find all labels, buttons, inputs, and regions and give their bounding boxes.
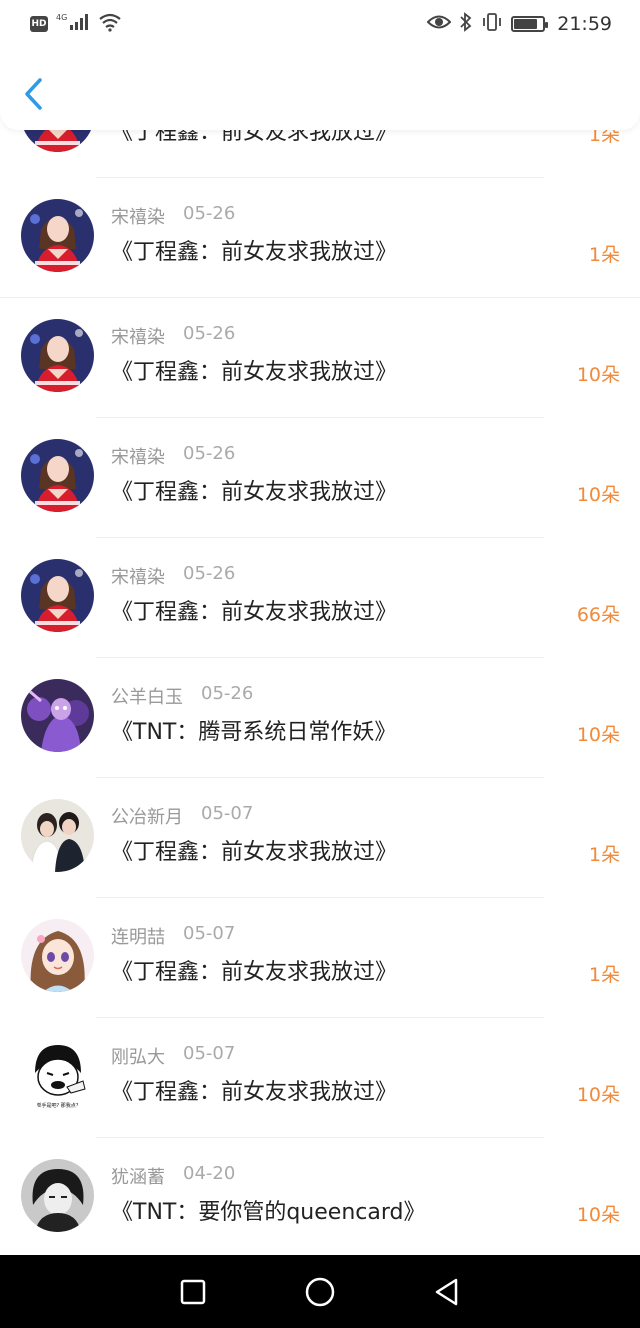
avatar[interactable] (21, 1159, 94, 1232)
user-name: 公冶新月 (111, 807, 183, 828)
square-icon (181, 1279, 206, 1304)
item-meta: 连明喆 05-07 (111, 923, 235, 949)
book-title[interactable]: 《丁程鑫：前女友求我放过》 (111, 834, 397, 866)
list-item[interactable]: 宋禧染 05-26 《丁程鑫：前女友求我放过》 10朵 (0, 418, 640, 538)
item-meta: 刚弘大 05-07 (111, 1043, 235, 1069)
gift-amount: 10朵 (576, 724, 620, 746)
battery-icon (511, 16, 549, 32)
gift-amount: 1朵 (588, 844, 620, 866)
status-left: HD 4G (30, 12, 122, 36)
book-title[interactable]: 《丁程鑫：前女友求我放过》 (111, 954, 397, 986)
battery-level (514, 19, 537, 29)
gift-amount: 66朵 (576, 604, 620, 626)
avatar[interactable] (21, 919, 94, 992)
item-date: 04-20 (183, 1163, 236, 1184)
book-title[interactable]: 《TNT：要你管的queencard》 (111, 1194, 425, 1226)
book-title[interactable]: 《丁程鑫：前女友求我放过》 (111, 474, 397, 506)
book-title[interactable]: 《丁程鑫：前女友求我放过》 (111, 594, 397, 626)
list-item[interactable]: 公冶新月 05-07 《丁程鑫：前女友求我放过》 1朵 (0, 778, 640, 898)
user-name: 宋禧染 (111, 207, 165, 228)
avatar[interactable] (21, 679, 94, 752)
user-name: 宋禧染 (111, 567, 165, 588)
item-meta: 宋禧染 05-26 (111, 323, 235, 349)
book-title[interactable]: 《TNT：腾哥系统日常作妖》 (111, 714, 396, 746)
book-title[interactable]: 《丁程鑫：前女友求我放过》 (111, 1074, 397, 1106)
vibrate-icon (481, 12, 503, 36)
item-meta: 宋禧染 05-26 (111, 203, 235, 229)
item-date: 05-26 (201, 683, 254, 704)
book-title[interactable]: 《丁程鑫：前女友求我放过》 (111, 234, 397, 266)
meme-caption: 单手是吧? 那我点? (37, 1102, 79, 1109)
system-back-button[interactable] (429, 1274, 465, 1310)
avatar[interactable] (21, 559, 94, 632)
screen: 《丁程鑫：前女友求我放过》 1朵 宋禧染 05-26 《丁程鑫：前女友求我放过》 1朵 … (0, 0, 640, 1328)
home-button[interactable] (302, 1274, 338, 1310)
system-nav-bar (0, 1255, 640, 1328)
signal-4g-icon: 4G (56, 12, 90, 36)
item-date: 05-26 (183, 563, 236, 584)
back-button[interactable] (18, 74, 50, 114)
gift-amount: 1朵 (588, 964, 620, 986)
item-meta: 宋禧染 05-26 (111, 443, 235, 469)
item-date: 05-26 (183, 323, 236, 344)
gift-amount: 1朵 (588, 244, 620, 266)
list-item[interactable]: 宋禧染 05-26 《丁程鑫：前女友求我放过》 10朵 (0, 298, 640, 418)
user-name: 公羊白玉 (111, 687, 183, 708)
item-date: 05-26 (183, 203, 236, 224)
list-item[interactable]: 犹涵蓄 04-20 《TNT：要你管的queencard》 10朵 (0, 1138, 640, 1258)
item-meta: 宋禧染 05-26 (111, 563, 235, 589)
gift-amount: 10朵 (576, 364, 620, 386)
item-meta: 公羊白玉 05-26 (111, 683, 253, 709)
clock: 21:59 (557, 13, 612, 35)
gift-amount: 10朵 (576, 1204, 620, 1226)
network-type-label: 4G (56, 13, 67, 22)
item-date: 05-07 (183, 1043, 236, 1064)
status-bar: HD 4G 21:59 (0, 0, 640, 48)
item-date: 05-07 (201, 803, 254, 824)
wifi-icon (98, 12, 122, 36)
user-name: 连明喆 (111, 927, 165, 948)
avatar[interactable] (21, 439, 94, 512)
gift-amount: 10朵 (576, 484, 620, 506)
top-header (0, 48, 640, 130)
list-item[interactable]: 单手是吧? 那我点? 刚弘大 05-07 《丁程鑫：前女友求我放过》 10朵 (0, 1018, 640, 1138)
user-name: 犹涵蓄 (111, 1167, 165, 1188)
avatar[interactable]: 单手是吧? 那我点? (21, 1039, 94, 1112)
gift-amount: 10朵 (576, 1084, 620, 1106)
avatar[interactable] (21, 319, 94, 392)
list-item[interactable]: 公羊白玉 05-26 《TNT：腾哥系统日常作妖》 10朵 (0, 658, 640, 778)
item-meta: 公冶新月 05-07 (111, 803, 253, 829)
circle-icon (305, 1277, 335, 1306)
item-meta: 犹涵蓄 04-20 (111, 1163, 235, 1189)
triangle-back-icon (435, 1278, 457, 1305)
item-date: 05-07 (183, 923, 236, 944)
chevron-left-icon (25, 78, 42, 110)
avatar[interactable] (21, 199, 94, 272)
book-title[interactable]: 《丁程鑫：前女友求我放过》 (111, 354, 397, 386)
bluetooth-icon (459, 12, 473, 36)
list-item[interactable]: 宋禧染 05-26 《丁程鑫：前女友求我放过》 1朵 (0, 178, 640, 298)
hd-badge: HD (30, 16, 48, 32)
eye-icon (426, 13, 452, 35)
user-name: 宋禧染 (111, 327, 165, 348)
list-item[interactable]: 连明喆 05-07 《丁程鑫：前女友求我放过》 1朵 (0, 898, 640, 1018)
list-item[interactable]: 宋禧染 05-26 《丁程鑫：前女友求我放过》 66朵 (0, 538, 640, 658)
recent-apps-button[interactable] (175, 1274, 211, 1310)
status-right: 21:59 (426, 12, 612, 36)
user-name: 刚弘大 (111, 1047, 165, 1068)
user-name: 宋禧染 (111, 447, 165, 468)
avatar[interactable] (21, 799, 94, 872)
item-date: 05-26 (183, 443, 236, 464)
